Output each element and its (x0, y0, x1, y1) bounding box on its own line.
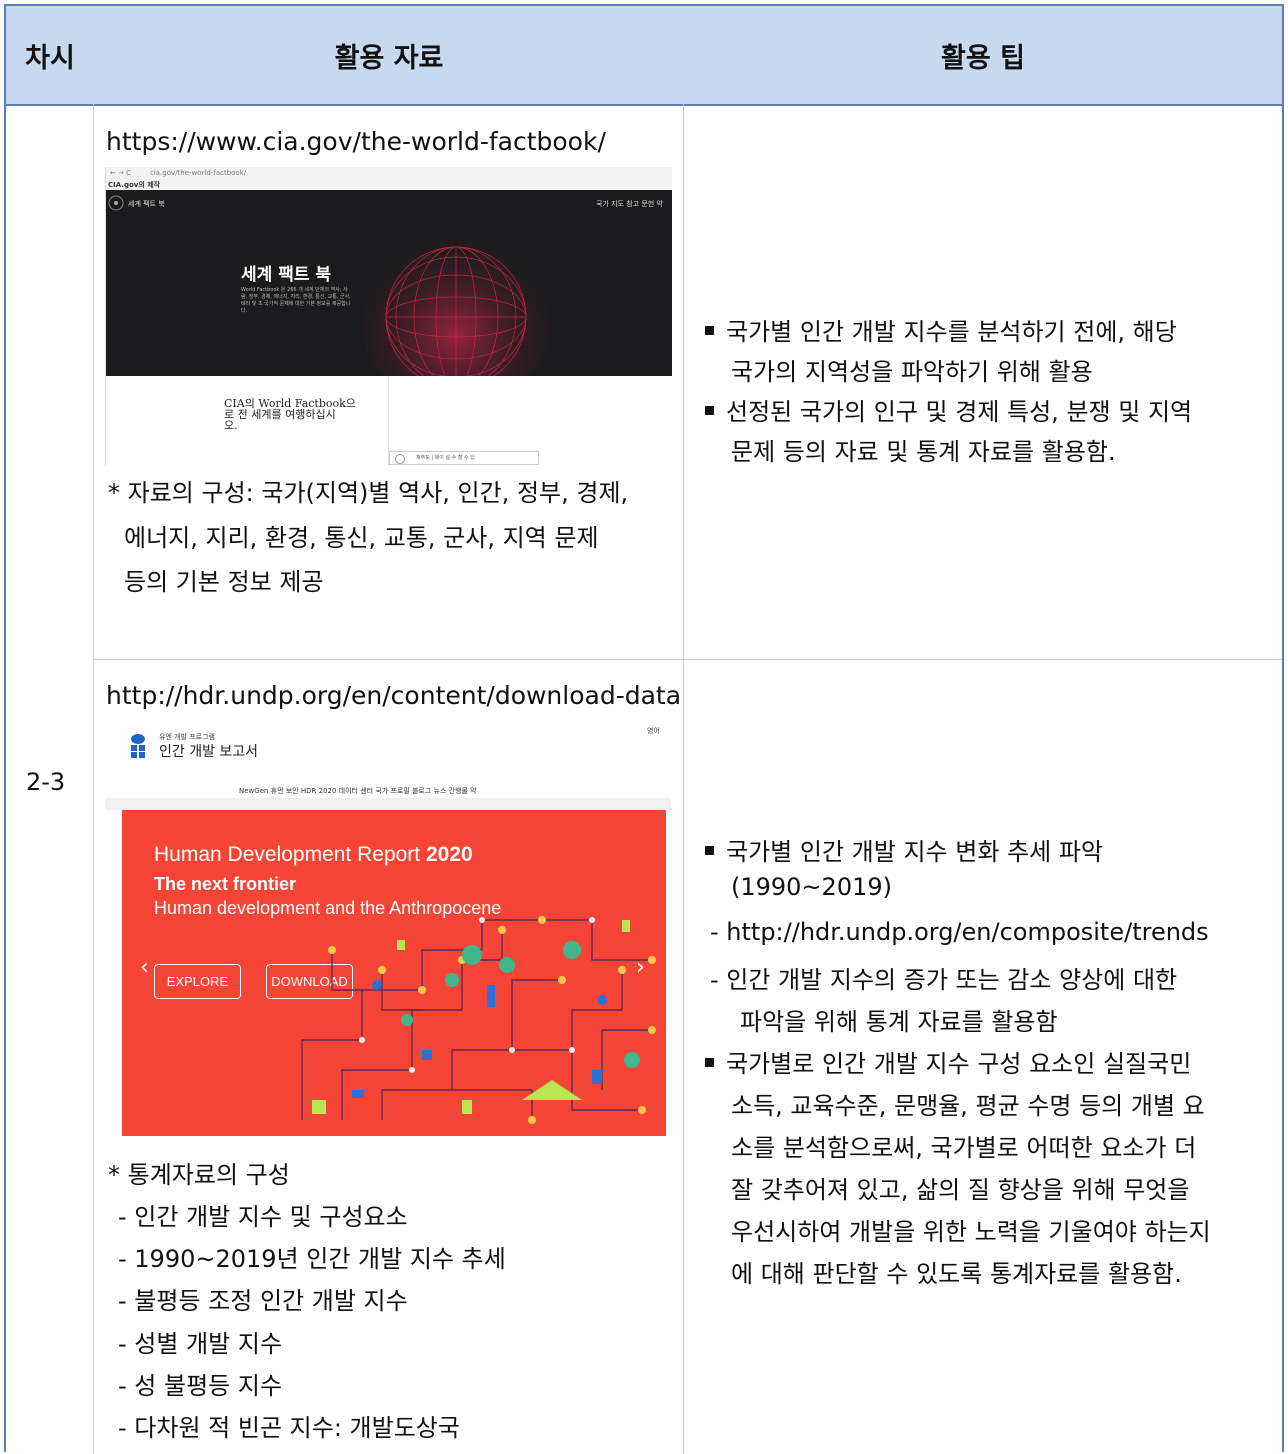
bullet-icon (705, 1057, 714, 1067)
tip-item-cont: 잘 갖추어져 있고, 삶의 질 향상을 위해 무엇을 (731, 1176, 1190, 1204)
tip-item: 국가별로 인간 개발 지수 구성 요소인 실질국민 (705, 1044, 1191, 1079)
cia-screenshot: ← → C cia.gov/the-world-factbook/ CIA.go… (105, 167, 672, 466)
tip-item-cont: 소득, 교육수준, 문맹율, 평균 수명 등의 개별 요 (731, 1092, 1205, 1120)
cia-footer-box: 재주도 | 에이 살 수 할 수 있 (389, 451, 539, 465)
bullet-icon (705, 325, 714, 335)
undp-note-item: - 인간 개발 지수 및 구성요소 (118, 1203, 408, 1231)
tip-item: 선정된 국가의 인구 및 경제 특성, 분쟁 및 지역 (705, 392, 1192, 427)
hdr-banner: Human Development Report 2020 The next f… (122, 810, 666, 1136)
tip-item-cont: 문제 등의 자료 및 통계 자료를 활용함. (731, 438, 1116, 466)
tip-item-cont: 국가의 지역성을 파악하기 위해 활용 (731, 358, 1093, 386)
undp-note-item: - 성별 개발 지수 (118, 1330, 283, 1358)
undp-nav[interactable]: NewGen 휴먼 보안 HDR 2020 데이터 센터 국가 프로필 블로그 … (239, 786, 477, 796)
tip-detail: - http://hdr.undp.org/en/composite/trend… (710, 918, 1209, 946)
session-number: 2-3 (26, 768, 66, 796)
undp-note-item: - 불평등 조정 인간 개발 지수 (118, 1287, 408, 1315)
tip-item-cont: 우선시하여 개발을 위한 노력을 기울여야 하는지 (731, 1218, 1211, 1246)
cia-title: 세계 팩트 북 (241, 265, 332, 285)
tip-item: 국가별 인간 개발 지수 변화 추세 파악 (705, 832, 1103, 867)
anthropocene-illustration (301, 916, 656, 1124)
row-divider (94, 659, 1282, 660)
column-divider (683, 104, 684, 1454)
tip-item-cont: (1990~2019) (731, 873, 892, 901)
undp-url[interactable]: http://hdr.undp.org/en/content/download-… (106, 683, 681, 708)
undp-note-item: - 성 불평등 지수 (118, 1372, 283, 1400)
circle-icon (395, 454, 405, 464)
column-divider (93, 104, 94, 1454)
cia-note-line: 등의 기본 정보 제공 (124, 568, 324, 596)
header-materials: 활용 자료 (334, 42, 444, 74)
header-tips: 활용 팁 (941, 42, 1025, 74)
browser-bar: ← → C cia.gov/the-world-factbook/ CIA.go… (106, 167, 672, 191)
header-session: 차시 (25, 42, 75, 74)
cia-note-line: * 자료의 구성: 국가(지역)별 역사, 인간, 정부, 경제, (108, 479, 629, 507)
undp-site-title: 인간 개발 보고서 (159, 744, 259, 760)
bullet-icon (705, 845, 714, 855)
tip-item: 국가별 인간 개발 지수를 분석하기 전에, 해당 (705, 312, 1177, 347)
tip-item-cont: 에 대해 판단할 수 있도록 통계자료를 활용함. (731, 1260, 1182, 1288)
cia-url[interactable]: https://www.cia.gov/the-world-factbook/ (106, 129, 606, 154)
tip-detail-cont: 파악을 위해 통계 자료를 활용함 (740, 1008, 1058, 1036)
cia-nav[interactable]: 국가 지도 참고 문헌 약 (596, 199, 663, 209)
undp-screenshot: 유엔 개발 프로그램 인간 개발 보고서 영어 NewGen 휴먼 보안 HDR… (105, 718, 671, 1138)
undp-note-title: * 통계자료의 구성 (108, 1161, 290, 1189)
undp-note-item: - 1990~2019년 인간 개발 지수 추세 (118, 1245, 506, 1273)
cia-brand: 세계 팩트 북 (128, 200, 165, 208)
cia-note-line: 에너지, 지리, 환경, 통신, 교통, 군사, 지역 문제 (124, 524, 599, 552)
tip-detail: - 인간 개발 지수의 증가 또는 감소 양상에 대한 (710, 966, 1178, 994)
undp-logo (131, 734, 145, 758)
undp-lang[interactable]: 영어 (647, 726, 660, 736)
table-header: 차시 활용 자료 활용 팁 (6, 6, 1282, 106)
tip-item-cont: 소를 분석함으로써, 국가별로 어떠한 요소가 더 (731, 1134, 1197, 1162)
bullet-icon (705, 405, 714, 415)
undp-note-item: - 다차원 적 빈곤 지수: 개발도상국 (118, 1414, 460, 1442)
cia-lower: CIA의 World Factbook으 로 전 세계를 여행하십시 오. 재주… (106, 376, 672, 466)
